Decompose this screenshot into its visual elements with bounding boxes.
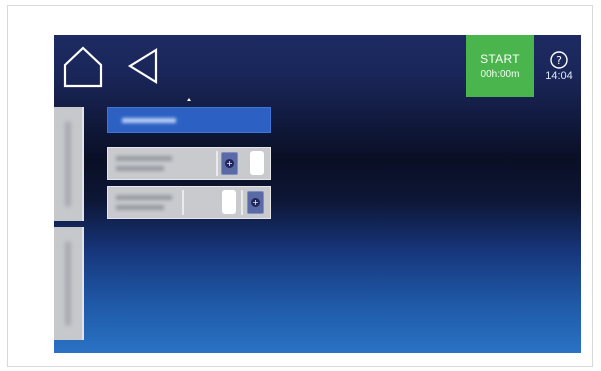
help-area: ? 14:04	[540, 51, 578, 95]
setting-row-1-sublabel	[116, 166, 164, 171]
caret-marker	[187, 98, 191, 101]
device-screen: START 00h:00m ? 14:04 + +	[54, 35, 581, 353]
side-tab-upper[interactable]	[54, 107, 84, 221]
side-tab-lower-label	[65, 241, 71, 326]
setting-row-2-divider-right	[241, 190, 243, 215]
setting-row-2: +	[107, 186, 271, 219]
screenshot-frame: START 00h:00m ? 14:04 + +	[7, 5, 593, 367]
setting-row-2-sublabel	[116, 205, 164, 210]
setting-row-1-divider	[216, 151, 218, 176]
back-arrow-icon[interactable]	[126, 47, 160, 85]
setting-row-1-plus-button[interactable]: +	[221, 152, 238, 175]
side-tab-upper-label	[65, 121, 71, 207]
start-button[interactable]: START 00h:00m	[466, 35, 534, 97]
start-button-label: START	[480, 52, 520, 66]
plus-icon: +	[225, 159, 234, 168]
selected-field[interactable]	[107, 107, 271, 133]
setting-row-1: +	[107, 147, 271, 180]
svg-text:?: ?	[556, 54, 562, 67]
top-bar: START 00h:00m ? 14:04	[54, 35, 581, 98]
clock: 14:04	[545, 70, 573, 82]
setting-row-2-label	[116, 195, 172, 200]
setting-row-1-label	[116, 156, 172, 161]
setting-row-2-plus-button[interactable]: +	[247, 191, 264, 214]
setting-row-2-toggle[interactable]	[222, 190, 236, 214]
help-icon[interactable]: ?	[550, 51, 568, 69]
home-icon[interactable]	[62, 45, 104, 89]
selected-field-label	[122, 118, 176, 123]
start-timer: 00h:00m	[480, 69, 520, 80]
side-tab-lower[interactable]	[54, 227, 84, 340]
setting-row-2-divider	[182, 190, 184, 215]
plus-icon: +	[251, 198, 260, 207]
setting-row-1-toggle[interactable]	[250, 151, 264, 175]
